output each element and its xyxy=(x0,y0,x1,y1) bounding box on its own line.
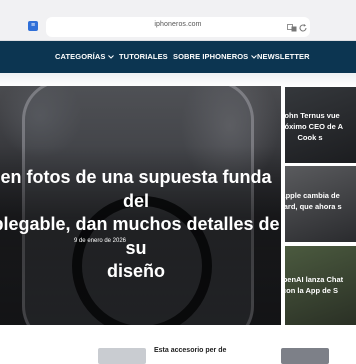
side-card[interactable]: Apple cambia de Card, que ahora s xyxy=(285,166,356,242)
nav-categorias[interactable]: CATEGORÍAS xyxy=(55,52,115,61)
site-settings-icon[interactable]: ≡ xyxy=(28,21,38,31)
side-card-title: OpenAI lanza Chat con la App de S xyxy=(285,274,356,296)
chevron-down-icon xyxy=(108,54,115,59)
address-url: iphoneros.com xyxy=(154,21,202,28)
hero-title-line: diseño xyxy=(106,261,165,281)
side-card-line: John Ternus vue xyxy=(285,111,340,120)
side-card-line: con la App de S xyxy=(285,286,338,295)
hero-title[interactable]: en fotos de una supuesta funda del plega… xyxy=(0,166,281,284)
article-teaser[interactable]: Esta accesorio per de xyxy=(154,347,226,354)
nav-label: SOBRE IPHONEROS xyxy=(173,52,249,61)
nav-sobre-iphoneros[interactable]: SOBRE IPHONEROS xyxy=(173,52,258,61)
nav-label: NEWSLETTER xyxy=(257,52,310,61)
side-card[interactable]: John Ternus vue próximo CEO de A Cook s xyxy=(285,87,356,163)
hero-title-line: plegable, dan muchos detalles de su xyxy=(0,214,280,258)
side-card-title: John Ternus vue próximo CEO de A Cook s xyxy=(285,110,356,143)
article-thumbnail[interactable] xyxy=(98,348,146,364)
hero-article[interactable]: en fotos de una supuesta funda del plega… xyxy=(0,86,281,325)
translate-icon[interactable] xyxy=(287,24,297,32)
side-card-line: próximo CEO de A xyxy=(285,122,343,131)
side-card-line: Card, que ahora s xyxy=(285,202,342,211)
browser-toolbar: ≡ iphoneros.com xyxy=(0,0,356,41)
side-card-line: Apple cambia de xyxy=(285,191,340,200)
nav-tutoriales[interactable]: TUTORIALES xyxy=(119,52,168,61)
nav-shadow xyxy=(0,73,356,87)
site-navigation: CATEGORÍAS TUTORIALES SOBRE IPHONEROS NE… xyxy=(0,41,356,73)
hero-date: 9 de enero de 2026 xyxy=(73,238,127,244)
nav-label: CATEGORÍAS xyxy=(55,52,106,61)
nav-newsletter[interactable]: NEWSLETTER xyxy=(257,52,310,61)
side-card[interactable]: OpenAI lanza Chat con la App de S xyxy=(285,246,356,325)
reload-icon[interactable] xyxy=(298,23,308,33)
nav-label: TUTORIALES xyxy=(119,52,168,61)
article-thumbnail[interactable] xyxy=(281,348,329,364)
side-card-title: Apple cambia de Card, que ahora s xyxy=(285,190,356,212)
side-card-line: OpenAI lanza Chat xyxy=(285,275,344,284)
address-bar[interactable]: iphoneros.com xyxy=(46,17,310,37)
side-card-line: Cook s xyxy=(297,133,323,142)
hero-title-line: en fotos de una supuesta funda del xyxy=(0,167,272,211)
